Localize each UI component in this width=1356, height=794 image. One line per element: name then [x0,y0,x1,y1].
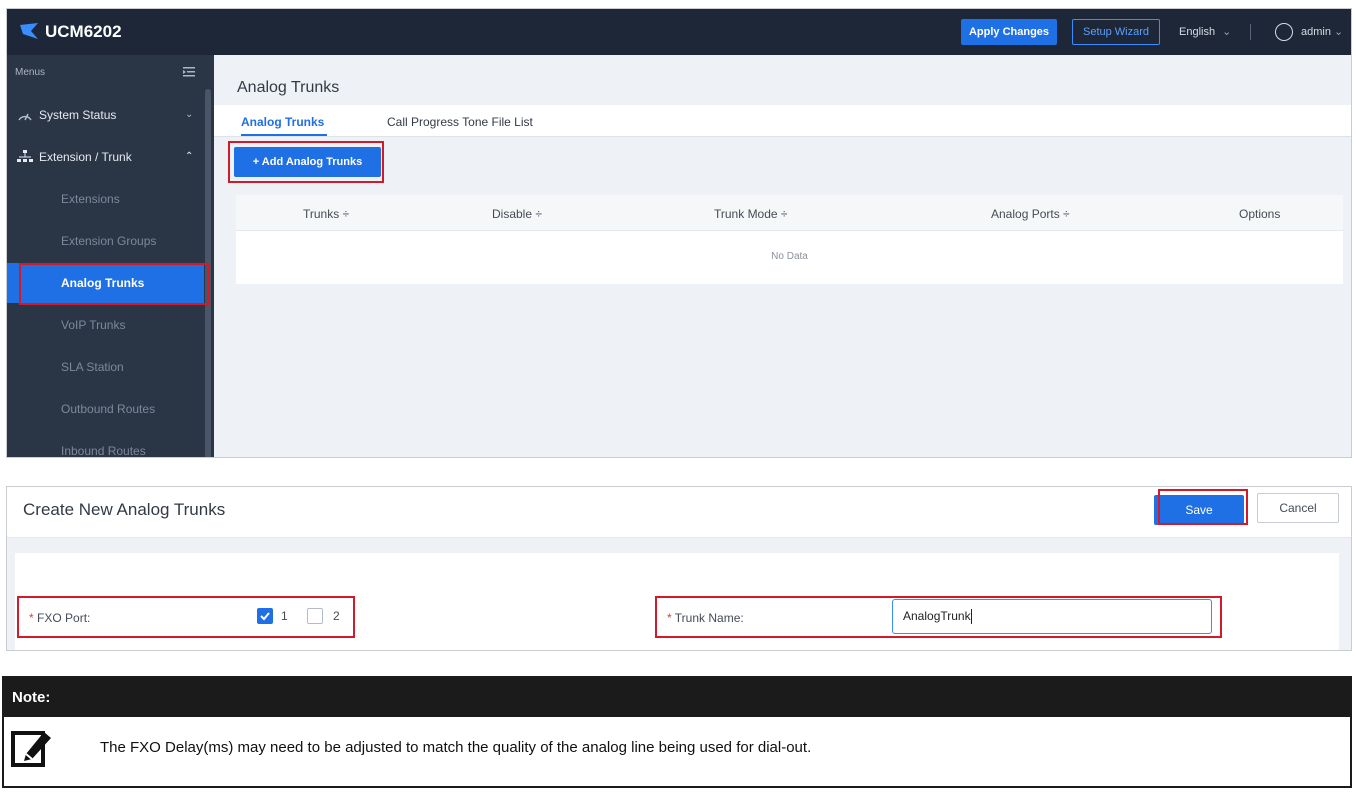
user-avatar-icon[interactable] [1275,23,1293,41]
sidebar-item-sla-station[interactable]: SLA Station [7,347,204,387]
speedometer-icon [18,113,32,121]
menu-collapse-icon[interactable] [183,67,195,77]
column-header-disable[interactable]: Disable ÷ [492,207,542,221]
sidebar-item-extension-trunk[interactable]: Extension / Trunk ⌃ [7,137,204,177]
column-header-options: Options [1239,207,1281,221]
column-header-trunk-mode[interactable]: Trunk Mode ÷ [714,207,788,221]
user-menu[interactable]: admin ⌄ [1301,19,1343,45]
grandstream-logo-icon [20,23,38,39]
main-content: Analog Trunks Analog Trunks Call Progres… [214,55,1351,457]
active-tab-indicator [241,134,327,136]
language-select[interactable]: English ⌄ [1179,19,1231,45]
apply-changes-button[interactable]: Apply Changes [961,19,1057,45]
setup-wizard-button[interactable]: Setup Wizard [1072,19,1160,45]
column-header-trunks[interactable]: Trunks ÷ [303,207,349,221]
chevron-down-icon: ⌄ [185,109,194,120]
user-name: admin [1301,26,1331,38]
note-pencil-icon [11,731,51,767]
chevron-down-icon: ⌄ [1334,26,1344,38]
highlight-box [17,596,355,638]
language-label: English [1179,26,1216,38]
sidebar-item-system-status[interactable]: System Status ⌄ [7,95,204,135]
sidebar-item-voip-trunks[interactable]: VoIP Trunks [7,305,204,345]
highlight-box [1158,489,1248,525]
analog-trunks-screenshot: UCM6202 Apply Changes Setup Wizard Engli… [6,8,1352,458]
product-logo[interactable]: UCM6202 [19,21,122,43]
create-trunk-screenshot: Create New Analog Trunks Save Cancel * F… [6,486,1352,651]
top-bar: UCM6202 Apply Changes Setup Wizard Engli… [7,9,1351,55]
sidebar-item-label: Extension Groups [61,234,157,248]
sidebar-item-label: Extensions [61,192,120,206]
highlight-box [655,596,1222,638]
tab-call-progress-tone[interactable]: Call Progress Tone File List [387,115,533,129]
note-heading: Note: [4,678,1350,717]
sidebar-item-extensions[interactable]: Extensions [7,179,204,219]
sidebar-item-label: Outbound Routes [61,402,156,416]
sidebar-item-extension-groups[interactable]: Extension Groups [7,221,204,261]
note-text: The FXO Delay(ms) may need to be adjuste… [100,739,812,756]
table-header: Trunks ÷ Disable ÷ Trunk Mode ÷ Analog P… [236,195,1343,231]
sidebar-item-label: System Status [39,108,117,122]
cancel-button[interactable]: Cancel [1257,493,1339,523]
product-name: UCM6202 [45,22,122,41]
tab-analog-trunks[interactable]: Analog Trunks [241,115,324,129]
empty-state: No Data [771,251,808,262]
highlight-box [228,141,384,183]
sidebar-item-label: VoIP Trunks [61,318,126,332]
sidebar: Menus System Status ⌄ Extension / Trunk … [7,55,214,458]
network-icon [17,150,33,162]
column-header-analog-ports[interactable]: Analog Ports ÷ [991,207,1070,221]
form-title: Create New Analog Trunks [23,500,226,519]
trunks-table: Trunks ÷ Disable ÷ Trunk Mode ÷ Analog P… [236,195,1343,284]
highlight-box [19,263,209,305]
sidebar-header: Menus [15,67,46,78]
note-box: Note: The FXO Delay(ms) may need to be a… [2,676,1352,788]
tab-bar: Analog Trunks Call Progress Tone File Li… [214,105,1351,137]
sidebar-item-label: Inbound Routes [61,444,146,458]
sidebar-item-inbound-routes[interactable]: Inbound Routes [7,431,204,458]
chevron-up-icon: ⌃ [185,151,194,162]
sidebar-item-label: Extension / Trunk [39,150,132,164]
divider [1250,24,1251,40]
sidebar-item-outbound-routes[interactable]: Outbound Routes [7,389,204,429]
chevron-down-icon: ⌄ [1222,26,1232,38]
page-title: Analog Trunks [237,79,340,96]
sidebar-item-label: SLA Station [61,360,124,374]
